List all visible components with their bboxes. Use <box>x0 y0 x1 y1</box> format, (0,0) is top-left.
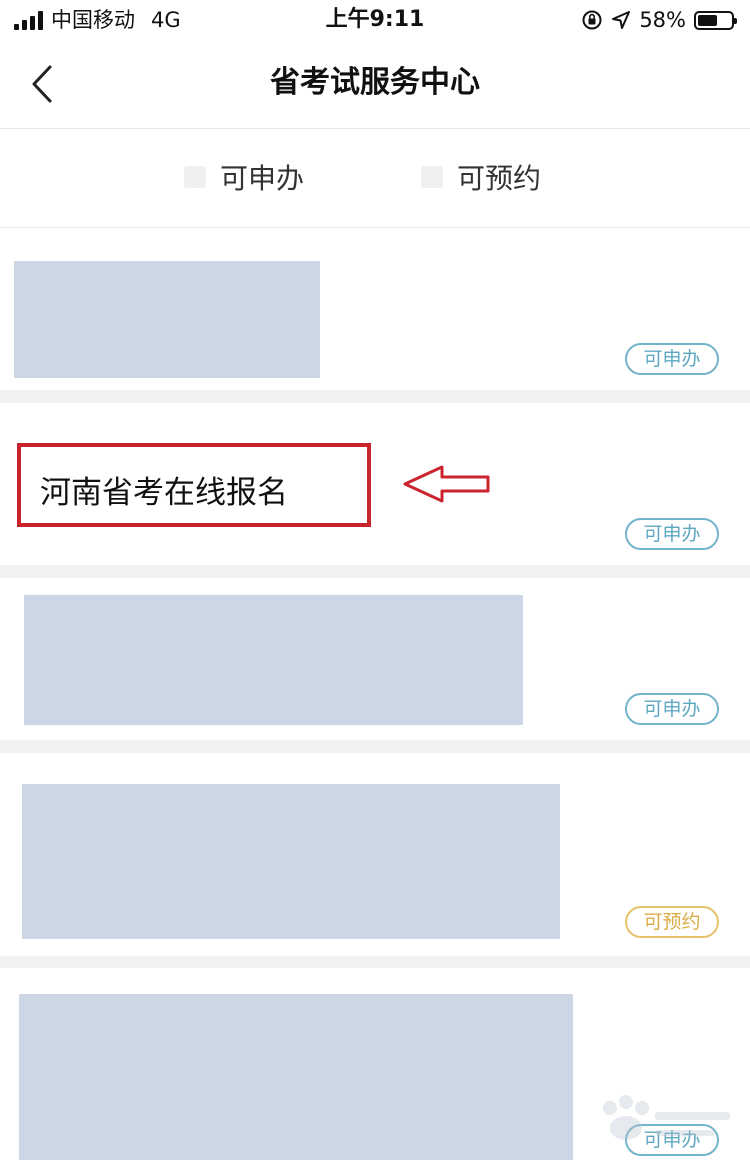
filter-bar: 可申办 可预约 <box>0 129 750 228</box>
annotation-arrow-icon <box>403 465 490 503</box>
status-right: 58% <box>581 6 737 34</box>
navigation-bar: 省考试服务中心 <box>0 40 750 129</box>
chevron-left-icon <box>32 65 52 103</box>
status-bar: 中国移动 4G 上午9:11 58% <box>0 0 750 40</box>
battery-percent: 58% <box>639 8 686 32</box>
redacted-title-block <box>14 261 320 378</box>
filter-can-appoint[interactable]: 可预约 <box>421 157 541 197</box>
badge-can-apply: 可申办 <box>625 518 719 550</box>
page-title: 省考试服务中心 <box>270 65 480 100</box>
location-icon <box>612 11 631 29</box>
service-card-1[interactable]: 可申办 <box>0 228 750 390</box>
badge-can-apply: 可申办 <box>625 693 719 725</box>
redacted-title-block <box>24 595 523 725</box>
checkbox-icon <box>421 166 443 188</box>
filter-can-apply[interactable]: 可申办 <box>184 157 304 197</box>
filter-can-appoint-label: 可预约 <box>457 162 542 195</box>
watermark-paw-icon <box>603 1095 730 1140</box>
orientation-lock-icon <box>582 10 602 30</box>
checkbox-icon <box>184 166 206 188</box>
service-card-3[interactable]: 可申办 <box>0 578 750 740</box>
back-button[interactable] <box>22 60 66 108</box>
service-card-henan-registration[interactable]: 河南省考在线报名 可申办 <box>0 403 750 565</box>
badge-can-apply: 可申办 <box>625 343 719 375</box>
filter-can-apply-label: 可申办 <box>220 162 305 195</box>
service-card-4[interactable]: 可预约 <box>0 753 750 956</box>
battery-fill <box>698 14 717 26</box>
redacted-title-block <box>19 994 573 1160</box>
redacted-title-block <box>22 784 560 939</box>
card-title: 河南省考在线报名 <box>40 475 288 511</box>
badge-can-appoint: 可预约 <box>625 906 719 938</box>
battery-icon <box>694 10 737 30</box>
